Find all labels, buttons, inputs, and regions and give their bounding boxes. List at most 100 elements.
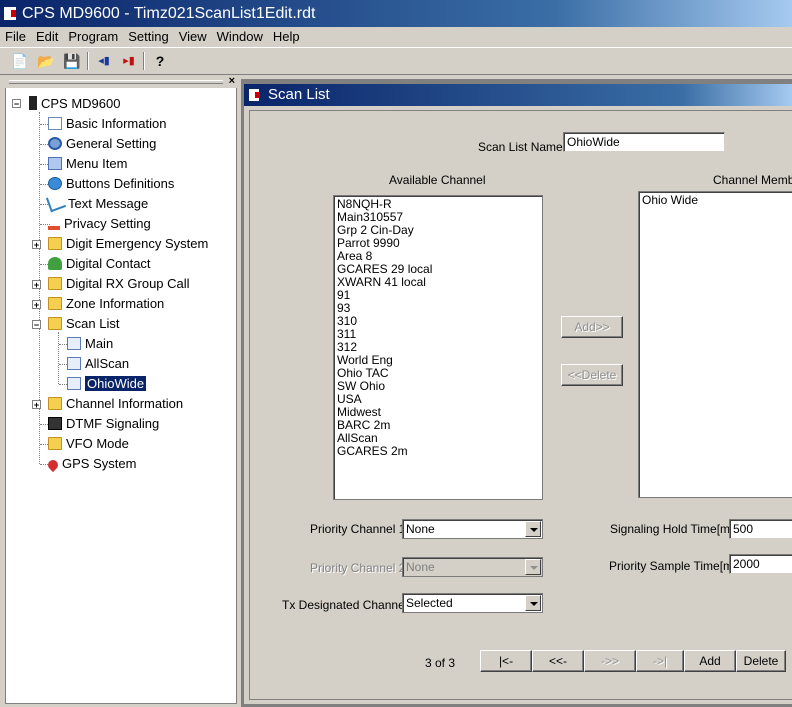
available-channel-item[interactable]: GCARES 2m: [337, 445, 539, 458]
folder-icon: [48, 437, 62, 450]
tree-item-digital-rx-group-call[interactable]: Digital RX Group Call: [48, 275, 190, 293]
tree-item-label: Digital Contact: [66, 256, 151, 271]
available-channel-item[interactable]: 91: [337, 289, 539, 302]
menu-window[interactable]: Window: [212, 27, 268, 44]
radio-icon: [29, 96, 37, 110]
contact-person-icon: [48, 257, 62, 270]
priority-channel-1-label: Priority Channel 1: [310, 522, 406, 536]
button-circle-icon: [48, 177, 62, 190]
available-channel-item[interactable]: 311: [337, 328, 539, 341]
priority-sample-time-label: Priority Sample Time[ms]: [609, 559, 743, 573]
tree-item-scan-main[interactable]: Main: [67, 335, 113, 353]
available-channel-item[interactable]: SW Ohio: [337, 380, 539, 393]
read-radio-icon[interactable]: ◂▮: [94, 51, 114, 71]
channel-member-list[interactable]: Ohio Wide: [638, 191, 792, 498]
last-record-button[interactable]: ->|: [636, 650, 684, 672]
add-record-button[interactable]: Add: [684, 650, 736, 672]
write-radio-icon[interactable]: ▸▮: [119, 51, 139, 71]
gear-icon: [48, 137, 62, 150]
priority-channel-1-select[interactable]: None: [402, 519, 543, 539]
tree-item-basic-information[interactable]: Basic Information: [48, 115, 166, 133]
tree-item-label: DTMF Signaling: [66, 416, 160, 431]
tree-expand-zone[interactable]: +: [32, 300, 41, 310]
tree-item-label: Text Message: [68, 196, 149, 211]
tree-item-privacy-setting[interactable]: Privacy Setting: [48, 215, 151, 233]
priority-sample-time-input[interactable]: 2000: [729, 554, 792, 574]
tree-item-label: General Setting: [66, 136, 157, 151]
tx-designated-channel-select[interactable]: Selected: [402, 593, 543, 613]
tree-expand-digit-emergency[interactable]: +: [32, 240, 41, 250]
tree-root-cps[interactable]: CPS MD9600: [29, 95, 120, 113]
help-question-icon[interactable]: ?: [150, 51, 170, 71]
scan-list-name-label: Scan List Name: [478, 140, 563, 154]
menu-bar: File Edit Program Setting View Window Help: [0, 27, 792, 47]
menu-file[interactable]: File: [0, 27, 31, 44]
available-channel-item[interactable]: 93: [337, 302, 539, 315]
tree-item-label: Basic Information: [66, 116, 167, 131]
checkmark-message-icon: [45, 192, 67, 213]
tree-item-scan-list[interactable]: Scan List: [48, 315, 119, 333]
tree-item-label: Buttons Definitions: [66, 176, 175, 191]
close-panel-icon[interactable]: ×: [229, 75, 235, 87]
tree-item-channel-information[interactable]: Channel Information: [48, 395, 183, 413]
folder-icon: [48, 237, 62, 250]
tree-collapse-root[interactable]: −: [12, 99, 21, 109]
menu-edit-icon: [48, 157, 62, 170]
delete-record-button[interactable]: Delete: [736, 650, 786, 672]
tree-item-buttons-definitions[interactable]: Buttons Definitions: [48, 175, 174, 193]
menu-view[interactable]: View: [174, 27, 212, 44]
priority-channel-1-value: None: [406, 522, 435, 536]
new-file-icon[interactable]: 📄: [10, 51, 30, 71]
menu-help[interactable]: Help: [268, 27, 305, 44]
tree-item-label: Zone Information: [66, 296, 165, 311]
folder-icon: [48, 397, 62, 410]
channel-member-item[interactable]: Ohio Wide: [642, 194, 792, 207]
menu-setting[interactable]: Setting: [123, 27, 173, 44]
tree-item-label: Menu Item: [66, 156, 128, 171]
scan-list-name-input[interactable]: OhioWide: [563, 132, 725, 152]
priority-channel-2-label: Priority Channel 2: [310, 561, 406, 575]
tx-designated-channel-label: Tx Designated Channel: [282, 598, 408, 612]
scan-list-title-bar[interactable]: Scan List: [244, 84, 792, 106]
tree-item-gps-system[interactable]: GPS System: [45, 455, 136, 473]
tree-item-dtmf-signaling[interactable]: DTMF Signaling: [48, 415, 159, 433]
tree-item-label: Channel Information: [66, 396, 184, 411]
delete-channel-button[interactable]: <<Delete: [561, 364, 623, 386]
tree-item-menu-item[interactable]: Menu Item: [48, 155, 127, 173]
tree-item-text-message[interactable]: Text Message: [45, 192, 149, 213]
menu-program[interactable]: Program: [63, 27, 123, 44]
available-channel-list[interactable]: N8NQH-R Main310557 Grp 2 Cin-Day Parrot 999…: [333, 195, 543, 500]
save-disk-icon[interactable]: 💾: [62, 51, 82, 71]
tree-item-vfo-mode[interactable]: VFO Mode: [48, 435, 129, 453]
signaling-hold-time-input[interactable]: 500: [729, 519, 792, 539]
panel-grip[interactable]: [9, 80, 223, 84]
add-channel-button[interactable]: Add>>: [561, 316, 623, 338]
next-record-button[interactable]: ->>: [584, 650, 636, 672]
tree-collapse-scan-list[interactable]: −: [32, 320, 41, 330]
tree-item-scan-allscan[interactable]: AllScan: [67, 355, 129, 373]
chevron-down-icon[interactable]: [525, 521, 541, 537]
chevron-down-icon[interactable]: [525, 595, 541, 611]
first-record-button[interactable]: |<-: [480, 650, 532, 672]
tree-item-label: Main: [85, 336, 114, 351]
tree-item-scan-ohiowide[interactable]: OhioWide: [67, 375, 148, 393]
open-folder-icon[interactable]: 📂: [36, 51, 56, 71]
tree-expand-rx-group[interactable]: +: [32, 280, 41, 290]
tree-item-label-selected: OhioWide: [83, 375, 148, 392]
toolbar-separator: [143, 52, 145, 70]
chevron-down-icon: [525, 559, 541, 575]
tree-item-general-setting[interactable]: General Setting: [48, 135, 156, 153]
tree-item-digital-contact[interactable]: Digital Contact: [48, 255, 151, 273]
tree-item-digit-emergency-system[interactable]: Digit Emergency System: [48, 235, 208, 253]
available-channel-item[interactable]: 310: [337, 315, 539, 328]
tree-item-zone-information[interactable]: Zone Information: [48, 295, 164, 313]
available-channel-item[interactable]: XWARN 41 local: [337, 276, 539, 289]
menu-edit[interactable]: Edit: [31, 27, 63, 44]
tree-expand-channel[interactable]: +: [32, 400, 41, 410]
channel-member-label: Channel Member: [713, 173, 792, 187]
scan-list-icon: [67, 377, 81, 390]
location-pin-icon: [45, 457, 61, 473]
signaling-hold-time-label: Signaling Hold Time[ms]: [610, 522, 740, 536]
previous-record-button[interactable]: <<-: [532, 650, 584, 672]
page-indicator: 3 of 3: [425, 656, 456, 670]
